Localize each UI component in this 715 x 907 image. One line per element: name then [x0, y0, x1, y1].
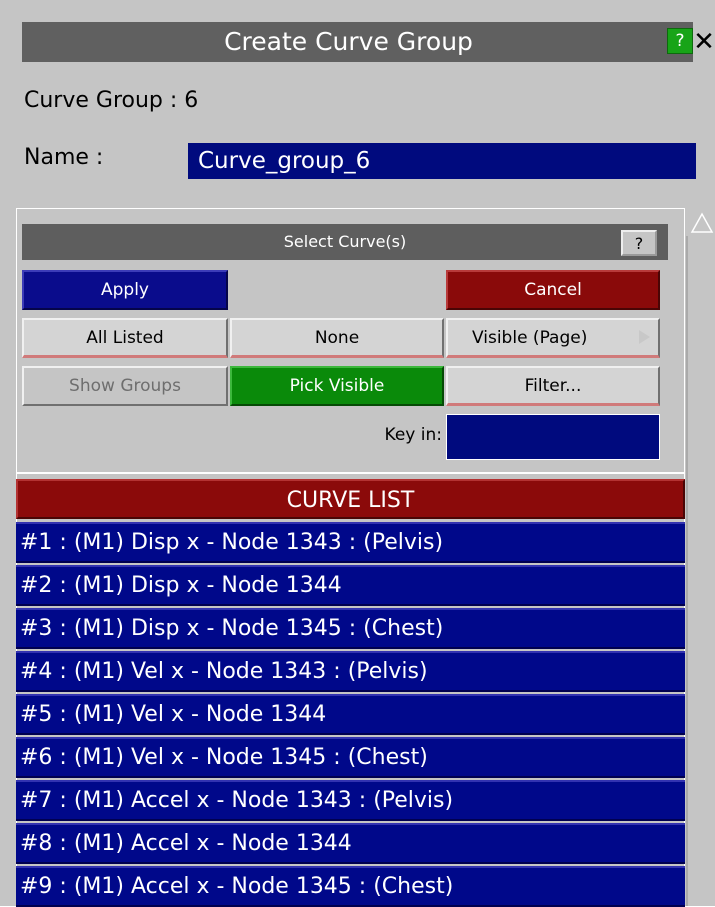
scrollbar[interactable] — [686, 236, 688, 906]
filter-button[interactable]: Filter... — [446, 366, 660, 406]
curve-list-header: CURVE LIST — [16, 479, 685, 519]
curve-list-item[interactable]: #3 : (M1) Disp x - Node 1345 : (Chest) — [16, 608, 685, 649]
curve-list-item[interactable]: #2 : (M1) Disp x - Node 1344 — [16, 565, 685, 606]
curve-list-item[interactable]: #5 : (M1) Vel x - Node 1344 — [16, 694, 685, 735]
title-bar: Create Curve Group ? ✕ — [22, 22, 715, 62]
create-curve-group-dialog: Create Curve Group ? ✕ Curve Group : 6 N… — [0, 0, 715, 907]
select-curves-title: Select Curve(s) — [22, 224, 668, 260]
scroll-up-arrow-icon[interactable] — [689, 210, 715, 236]
name-label: Name : — [24, 145, 104, 170]
curve-list-item[interactable]: #4 : (M1) Vel x - Node 1343 : (Pelvis) — [16, 651, 685, 692]
dialog-title: Create Curve Group — [224, 27, 473, 56]
pick-visible-button[interactable]: Pick Visible — [230, 366, 444, 406]
all-listed-button[interactable]: All Listed — [22, 318, 228, 358]
none-button[interactable]: None — [230, 318, 444, 358]
curve-list-item[interactable]: #8 : (M1) Accel x - Node 1344 — [16, 823, 685, 864]
curve-list-item[interactable]: #9 : (M1) Accel x - Node 1345 : (Chest) — [16, 866, 685, 907]
apply-button[interactable]: Apply — [22, 270, 228, 310]
visible-page-label: Visible (Page) — [472, 328, 588, 348]
close-icon[interactable]: ✕ — [693, 22, 715, 62]
show-groups-button[interactable]: Show Groups — [22, 366, 228, 406]
curve-list-item[interactable]: #7 : (M1) Accel x - Node 1343 : (Pelvis) — [16, 780, 685, 821]
curve-list-item[interactable]: #1 : (M1) Disp x - Node 1343 : (Pelvis) — [16, 522, 685, 563]
select-help-button[interactable]: ? — [621, 230, 657, 256]
help-icon[interactable]: ? — [667, 28, 693, 54]
curve-list-item[interactable]: #6 : (M1) Vel x - Node 1345 : (Chest) — [16, 737, 685, 778]
separator — [16, 472, 685, 474]
dropdown-arrow-icon — [639, 330, 650, 344]
name-input[interactable]: Curve_group_6 — [188, 143, 696, 179]
cancel-button[interactable]: Cancel — [446, 270, 660, 310]
curve-group-label: Curve Group : 6 — [24, 88, 199, 113]
visible-page-dropdown[interactable]: Visible (Page) — [446, 318, 660, 358]
key-in-label: Key in: — [384, 425, 442, 445]
key-in-input[interactable] — [446, 414, 660, 460]
